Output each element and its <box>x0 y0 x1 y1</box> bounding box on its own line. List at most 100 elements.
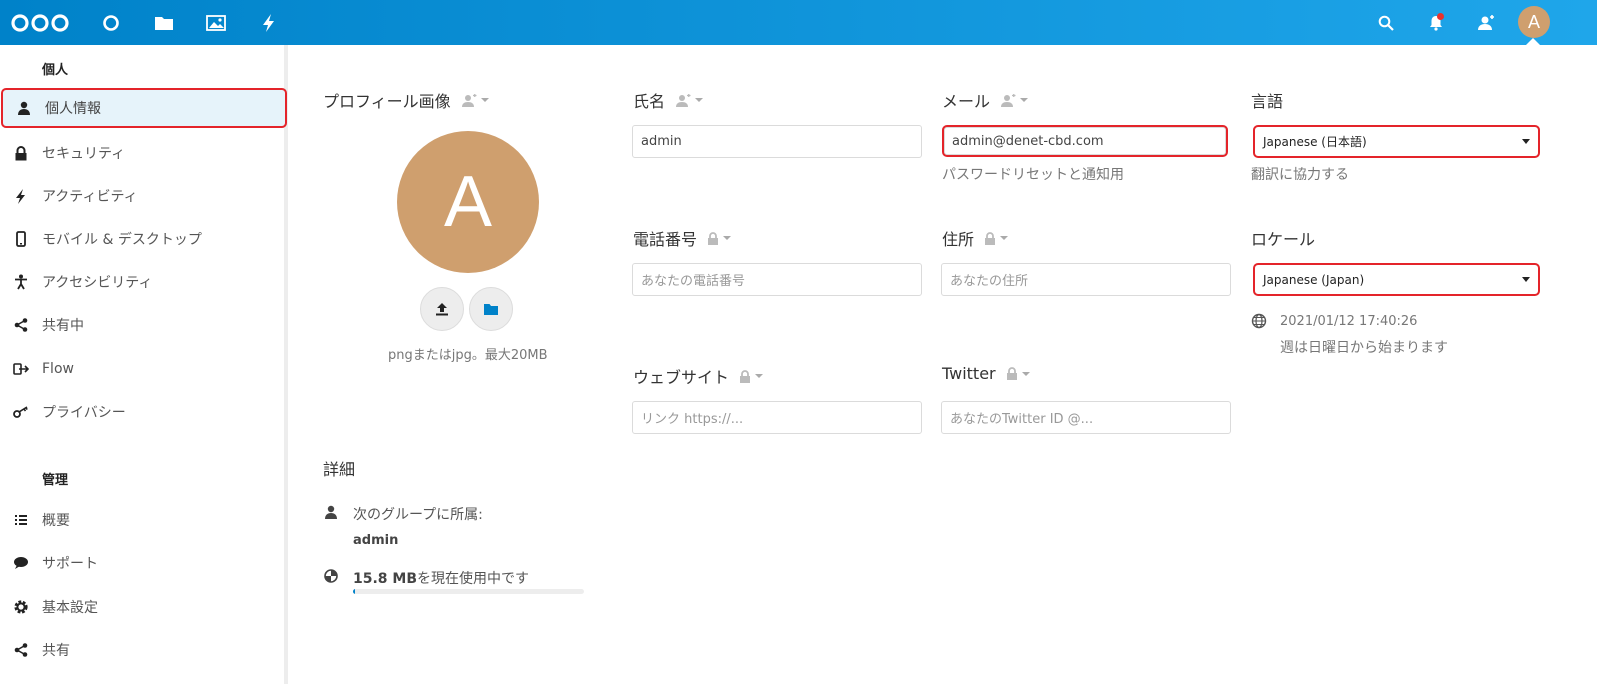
locale-heading: ロケール <box>1251 226 1315 250</box>
photos-icon[interactable] <box>193 0 238 45</box>
upload-icon <box>436 303 448 316</box>
email-heading: メール <box>942 88 1029 112</box>
contacts-scope-icon <box>461 93 477 107</box>
privacy-scope-dropdown[interactable] <box>1000 93 1029 107</box>
fullname-label: 氏名 <box>633 92 666 111</box>
email-label: メール <box>942 92 991 111</box>
dashboard-icon[interactable] <box>88 0 133 45</box>
quota-progress-bar <box>353 589 584 594</box>
files-icon[interactable] <box>141 0 186 45</box>
overview-icon <box>0 514 42 526</box>
activity-icon <box>0 188 42 204</box>
profile-picture-heading: プロフィール画像 <box>323 88 489 112</box>
sidebar-item-label: アクセシビリティ <box>42 275 153 291</box>
quota-pie-icon <box>324 568 338 587</box>
sidebar-item-label: サポート <box>42 556 98 572</box>
profile-picture-title: プロフィール画像 <box>323 92 451 111</box>
sidebar-item-overview[interactable]: 概要 <box>0 500 288 540</box>
privacy-scope-dropdown[interactable] <box>707 231 732 245</box>
sidebar-item-label: Flow <box>42 361 74 377</box>
notification-badge <box>1437 13 1444 20</box>
person-icon <box>3 101 45 115</box>
contacts-scope-icon <box>1001 93 1016 107</box>
address-input[interactable]: あなたの住所 <box>941 263 1231 296</box>
privacy-scope-dropdown[interactable] <box>739 369 764 383</box>
twitter-heading: Twitter <box>942 364 1030 383</box>
notifications-bell-icon[interactable] <box>1413 0 1458 45</box>
quota-suffix: を現在使用中です <box>417 571 530 587</box>
sidebar-item-basic-settings[interactable]: 基本設定 <box>0 587 288 627</box>
language-select[interactable]: Japanese (日本語) <box>1253 125 1540 158</box>
sidebar-item-label: 共有 <box>42 643 70 659</box>
sidebar-item-accessibility[interactable]: アクセシビリティ <box>0 262 288 302</box>
email-input[interactable]: admin@denet-cbd.com <box>942 125 1228 157</box>
twitter-input[interactable]: あなたのTwitter ID @... <box>941 401 1231 434</box>
sidebar-item-sharing[interactable]: 共有中 <box>0 305 288 345</box>
upload-avatar-button[interactable] <box>420 287 464 331</box>
profile-avatar: A <box>397 131 539 273</box>
lock-icon <box>0 145 42 161</box>
sidebar-item-label: 基本設定 <box>42 600 98 616</box>
sidebar-item-security[interactable]: セキュリティ <box>0 133 288 173</box>
language-heading: 言語 <box>1251 88 1283 112</box>
locale-datetime: 2021/01/12 17:40:26 <box>1280 314 1418 329</box>
sidebar-item-share-admin[interactable]: 共有 <box>0 630 288 670</box>
nextcloud-logo-icon[interactable] <box>8 0 72 45</box>
menu-caret <box>1526 38 1540 45</box>
folder-icon <box>484 303 498 315</box>
quota-usage-text: 15.8 MBを現在使用中です <box>353 568 529 588</box>
quota-progress-fill <box>353 589 356 594</box>
settings-sidebar: 個人 個人情報 セキュリティ アクティビティ モバイル & デスクトップ アクセ… <box>0 45 288 684</box>
sidebar-item-label: 概要 <box>42 513 70 529</box>
privacy-scope-dropdown[interactable] <box>984 231 1009 245</box>
groups-label: 次のグループに所属: <box>353 507 483 523</box>
lock-scope-icon <box>708 231 719 245</box>
address-heading: 住所 <box>942 226 1009 250</box>
help-translate-link[interactable]: 翻訳に協力する <box>1251 164 1349 184</box>
flow-icon <box>0 363 42 375</box>
fullname-input[interactable]: admin <box>632 125 922 158</box>
sidebar-item-personal-info[interactable]: 個人情報 <box>1 88 287 128</box>
phone-input[interactable]: あなたの電話番号 <box>632 263 922 296</box>
locale-label: ロケール <box>1251 230 1316 249</box>
sidebar-item-privacy[interactable]: プライバシー <box>0 392 288 432</box>
phone-label: 電話番号 <box>633 230 698 249</box>
privacy-scope-dropdown[interactable] <box>675 93 704 107</box>
activity-icon[interactable] <box>246 0 291 45</box>
contacts-icon[interactable] <box>1463 0 1508 45</box>
email-hint: パスワードリセットと通知用 <box>942 167 1124 183</box>
dropdown-arrow-icon <box>1522 139 1530 144</box>
privacy-scope-dropdown[interactable] <box>1006 367 1030 380</box>
lock-scope-icon <box>740 369 751 383</box>
locale-week-start: 週は日曜日から始まります <box>1280 340 1448 356</box>
details-title: 詳細 <box>323 460 356 479</box>
gear-icon <box>0 599 42 615</box>
personal-section-title: 個人 <box>42 63 69 78</box>
user-avatar[interactable]: A <box>1518 6 1550 38</box>
sidebar-item-support[interactable]: サポート <box>0 543 288 583</box>
top-header: A <box>0 0 1597 45</box>
sidebar-item-label: 個人情報 <box>45 101 101 117</box>
language-label: 言語 <box>1251 92 1284 111</box>
sidebar-item-label: セキュリティ <box>42 146 126 162</box>
group-person-icon <box>324 504 338 523</box>
twitter-label: Twitter <box>942 364 996 383</box>
website-heading: ウェブサイト <box>633 364 764 388</box>
sidebar-item-flow[interactable]: Flow <box>0 349 288 389</box>
website-label: ウェブサイト <box>633 368 730 387</box>
sidebar-item-label: 共有中 <box>42 318 84 334</box>
sidebar-item-mobile-desktop[interactable]: モバイル & デスクトップ <box>0 219 288 259</box>
globe-icon <box>1251 313 1267 333</box>
avatar-format-hint: pngまたはjpg。最大20MB <box>388 348 548 363</box>
fullname-heading: 氏名 <box>633 88 704 112</box>
website-input[interactable]: リンク https://... <box>632 401 922 434</box>
address-label: 住所 <box>942 230 975 249</box>
privacy-scope-dropdown[interactable] <box>461 93 489 107</box>
phone-heading: 電話番号 <box>633 226 732 250</box>
locale-select[interactable]: Japanese (Japan) <box>1253 263 1540 296</box>
search-icon[interactable] <box>1363 0 1408 45</box>
choose-from-files-button[interactable] <box>469 287 513 331</box>
contacts-scope-icon <box>676 93 691 107</box>
sidebar-item-activity[interactable]: アクティビティ <box>0 176 288 216</box>
support-icon <box>0 556 42 570</box>
